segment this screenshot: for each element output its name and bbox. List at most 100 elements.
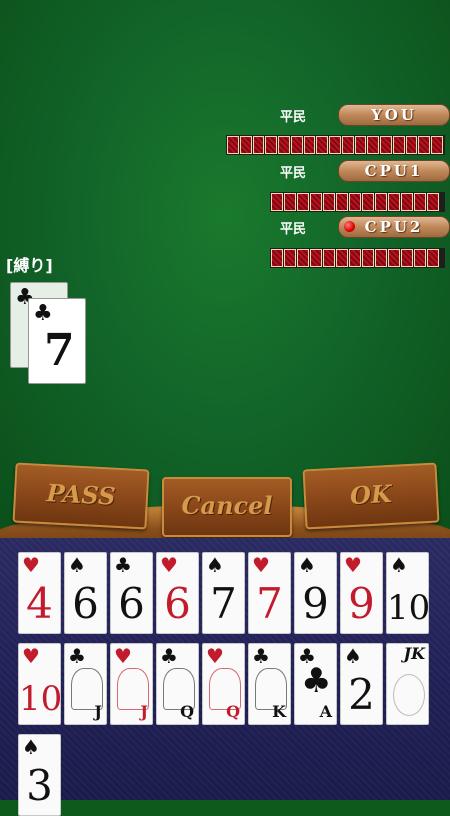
card-back-icon xyxy=(354,136,367,154)
hand-card[interactable]: ♠ 7 xyxy=(202,552,245,634)
hand-card[interactable]: ♠ 2 xyxy=(340,643,383,725)
card-suit-icon: ♥ xyxy=(206,644,224,668)
card-back-icon xyxy=(431,136,444,154)
card-back-icon xyxy=(375,193,387,211)
table-card: ♣ 7 xyxy=(28,298,86,384)
hand-card[interactable]: ♥ Q xyxy=(202,643,245,725)
card-back-icon xyxy=(392,136,405,154)
card-back-icon xyxy=(414,193,426,211)
card-rank: 3 xyxy=(26,761,53,810)
player-nameplate: CPU1 xyxy=(338,160,450,182)
card-rank: 6 xyxy=(72,579,99,628)
card-back-icon xyxy=(341,136,354,154)
card-back-icon xyxy=(227,136,239,154)
hand-card[interactable]: ♠ 6 xyxy=(64,552,107,634)
player-rank: 平民 xyxy=(280,222,307,237)
card-suit-icon: ♥ xyxy=(22,553,40,577)
hand-card[interactable]: ♣ J xyxy=(64,643,107,725)
card-suit-icon: ♥ xyxy=(22,644,40,668)
card-back-icon xyxy=(427,193,439,211)
card-back-icon xyxy=(349,249,361,267)
hand-card[interactable]: ♥ 7 xyxy=(248,552,291,634)
hand-card[interactable]: ♣ A ♣ xyxy=(294,643,337,725)
card-back-icon xyxy=(290,136,303,154)
card-back-icon xyxy=(284,193,296,211)
hand-card[interactable]: ♥ J xyxy=(110,643,153,725)
hand-card[interactable]: ♣ K xyxy=(248,643,291,725)
player-name: YOU xyxy=(371,106,417,124)
card-suit-icon: ♠ xyxy=(68,553,86,577)
player-card-count-bar xyxy=(226,135,445,155)
card-back-icon xyxy=(405,136,418,154)
card-back-icon xyxy=(336,193,348,211)
card-rank: Q xyxy=(180,702,194,721)
card-rank: 9 xyxy=(302,579,329,628)
card-back-icon xyxy=(239,136,252,154)
card-suit-icon: ♣ xyxy=(160,644,178,668)
hand-card[interactable]: ♥ 9 xyxy=(340,552,383,634)
card-rank: 10 xyxy=(19,679,61,719)
card-suit-icon: ♥ xyxy=(160,553,178,577)
card-suit-icon: ♣ xyxy=(114,553,132,577)
card-back-icon xyxy=(316,136,329,154)
player-nameplate: CPU2 xyxy=(338,216,450,238)
card-suit-icon: ♣ xyxy=(33,301,53,326)
shibari-label: [縛り] xyxy=(6,256,53,275)
card-back-icon xyxy=(388,193,400,211)
hand-card[interactable]: ♣ 6 xyxy=(110,552,153,634)
card-rank: 4 xyxy=(26,579,53,628)
card-suit-icon: ♠ xyxy=(344,644,362,668)
card-back-icon xyxy=(414,249,426,267)
card-rank: 9 xyxy=(348,579,375,628)
card-suit-icon: ♥ xyxy=(344,553,362,577)
hand-card[interactable]: ♥ 10 xyxy=(18,643,61,725)
card-rank: J xyxy=(94,702,102,721)
card-back-icon xyxy=(380,136,392,154)
card-back-icon xyxy=(362,193,374,211)
card-rank: 2 xyxy=(348,670,375,719)
card-back-icon xyxy=(418,136,431,154)
card-back-icon xyxy=(271,193,283,211)
hand-card[interactable]: ♠ 10 xyxy=(386,552,429,634)
card-back-icon xyxy=(252,136,265,154)
hand-card[interactable]: ♥ 4 xyxy=(18,552,61,634)
card-rank: 7 xyxy=(256,579,283,628)
card-back-icon xyxy=(401,249,413,267)
card-rank: 6 xyxy=(118,579,145,628)
card-suit-icon: ♠ xyxy=(22,735,40,759)
player-rank: 平民 xyxy=(280,110,307,125)
hand-card[interactable]: JK xyxy=(386,643,429,725)
card-back-icon xyxy=(329,136,341,154)
card-back-icon xyxy=(303,136,316,154)
card-rank: JK xyxy=(403,644,425,663)
card-back-icon xyxy=(297,193,309,211)
hand-card[interactable]: ♠ 3 xyxy=(18,734,61,816)
card-back-icon xyxy=(427,249,439,267)
card-back-icon xyxy=(323,249,335,267)
card-back-icon xyxy=(375,249,387,267)
player-name: CPU1 xyxy=(364,162,424,180)
card-back-icon xyxy=(297,249,309,267)
ok-button[interactable]: OK xyxy=(302,462,440,530)
card-suit-icon: ♥ xyxy=(252,553,270,577)
card-suit-icon: ♠ xyxy=(390,553,408,577)
card-rank: J xyxy=(140,702,148,721)
card-back-icon xyxy=(271,249,283,267)
card-rank: A xyxy=(319,702,332,721)
player-name: CPU2 xyxy=(364,218,424,236)
card-rank: 7 xyxy=(210,579,237,628)
pass-button[interactable]: PASS xyxy=(12,462,150,530)
turn-indicator-icon xyxy=(344,221,355,232)
hand-card[interactable]: ♣ Q xyxy=(156,643,199,725)
card-suit-icon: ♠ xyxy=(206,553,224,577)
card-back-icon xyxy=(349,193,361,211)
cancel-button[interactable]: Cancel xyxy=(162,477,292,537)
card-back-icon xyxy=(401,193,413,211)
card-rank: 10 xyxy=(387,588,429,628)
ace-center-pip-icon: ♣ xyxy=(301,661,332,701)
card-back-icon xyxy=(278,136,290,154)
card-back-icon xyxy=(362,249,374,267)
hand-card[interactable]: ♥ 6 xyxy=(156,552,199,634)
card-rank: Q xyxy=(226,702,240,721)
hand-card[interactable]: ♠ 9 xyxy=(294,552,337,634)
